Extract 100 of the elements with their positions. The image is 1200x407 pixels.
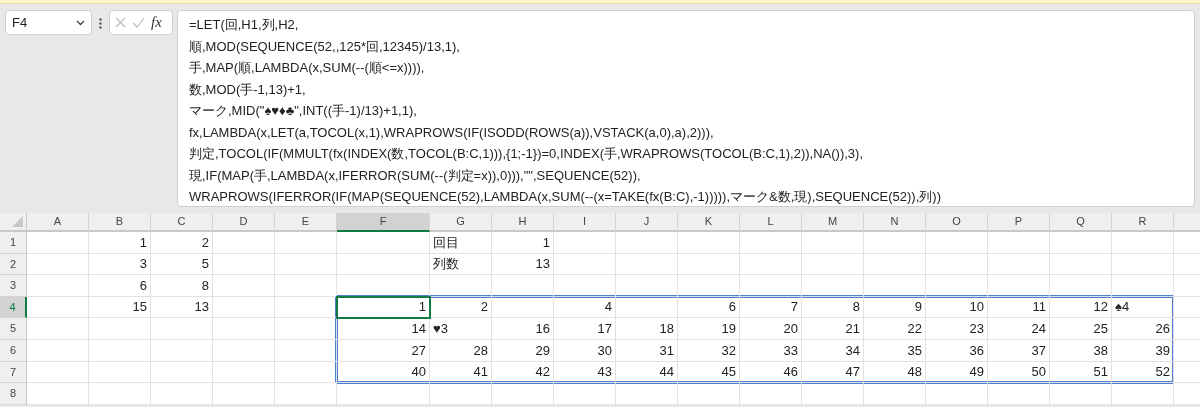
cell: 18 [616, 318, 678, 340]
cell: 9 [864, 296, 926, 319]
cell: 1 [492, 232, 554, 254]
insert-function-button[interactable]: fx [151, 15, 162, 30]
cell: 30 [554, 339, 616, 362]
empty-cell [988, 275, 1050, 297]
cell: 32 [678, 339, 740, 362]
cell: 29 [492, 339, 554, 362]
row-header[interactable]: 5 [0, 318, 27, 340]
empty-cell [1112, 232, 1174, 254]
empty-cell [213, 383, 275, 405]
empty-cell [740, 232, 802, 254]
empty-cell [864, 253, 926, 276]
column-header[interactable]: N [864, 213, 926, 232]
formula-line: 現,IF(MAP(手,LAMBDA(x,IFERROR(SUM(--(判定=x)),0))),"",SEQUENCE(52)), [189, 166, 641, 185]
column-header[interactable]: C [151, 213, 213, 232]
empty-cell [554, 253, 616, 276]
formula-line: WRAPROWS(IFERROR(IF(MAP(SEQUENCE(52),LAMBDA(x,SUM(--(x=TAKE(fx(B:C),-1))))),マーク&数,現),SEQUENCE(52)),列)) [189, 188, 941, 206]
empty-cell [1050, 253, 1112, 276]
empty-cell [213, 275, 275, 297]
column-header[interactable]: B [89, 213, 151, 232]
empty-cell [1112, 383, 1174, 405]
empty-cell [554, 383, 616, 405]
empty-cell [151, 339, 213, 362]
column-header[interactable]: A [27, 213, 89, 232]
cell: 43 [554, 361, 616, 384]
empty-cell [275, 383, 337, 405]
name-box[interactable]: F4 [5, 10, 92, 35]
select-all-button[interactable] [0, 213, 27, 232]
empty-cell [926, 383, 988, 405]
cell: 50 [988, 361, 1050, 384]
cell: 37 [988, 339, 1050, 362]
cell: 10 [926, 296, 988, 319]
formula-bar[interactable] [177, 10, 1195, 207]
empty-cell [430, 383, 492, 405]
check-icon[interactable] [132, 17, 145, 28]
empty-cell [926, 232, 988, 254]
cell: 7 [740, 296, 802, 319]
cell: 39 [1112, 339, 1174, 362]
empty-cell [89, 318, 151, 340]
caret-icon [76, 19, 85, 26]
row-header[interactable]: 7 [0, 361, 27, 384]
cell: 52 [1112, 361, 1174, 384]
column-header[interactable]: K [678, 213, 740, 232]
column-header[interactable]: F [337, 213, 430, 232]
empty-cell [275, 275, 337, 297]
empty-cell [275, 296, 337, 319]
row-header[interactable]: 2 [0, 253, 27, 276]
empty-cell [678, 232, 740, 254]
empty-cell [678, 275, 740, 297]
empty-cell [740, 253, 802, 276]
column-header[interactable]: J [616, 213, 678, 232]
empty-cell [740, 275, 802, 297]
column-header[interactable]: E [275, 213, 337, 232]
column-header[interactable]: I [554, 213, 616, 232]
empty-cell [740, 383, 802, 405]
empty-cell [616, 232, 678, 254]
empty-cell [1112, 275, 1174, 297]
row-header[interactable]: 3 [0, 275, 27, 297]
cell: 11 [988, 296, 1050, 319]
cell-reference: F4 [12, 13, 28, 32]
empty-cell [926, 275, 988, 297]
cell: 31 [616, 339, 678, 362]
row-header[interactable]: 1 [0, 232, 27, 254]
column-header[interactable]: R [1112, 213, 1174, 232]
column-header[interactable]: H [492, 213, 554, 232]
column-header[interactable]: M [802, 213, 864, 232]
empty-cell [802, 275, 864, 297]
empty-cell [802, 383, 864, 405]
cell: 12 [1050, 296, 1112, 319]
empty-cell [1050, 383, 1112, 405]
cell: 1 [89, 232, 151, 254]
empty-cell [275, 339, 337, 362]
cell: 28 [430, 339, 492, 362]
cell: 44 [616, 361, 678, 384]
more-options-icon[interactable] [99, 18, 102, 29]
column-header[interactable]: Q [1050, 213, 1112, 232]
row-header[interactable]: 8 [0, 383, 27, 405]
column-header[interactable]: O [926, 213, 988, 232]
column-header[interactable]: G [430, 213, 492, 232]
cell: 49 [926, 361, 988, 384]
cell: 27 [337, 339, 430, 362]
cell: 51 [1050, 361, 1112, 384]
formula-line: fx,LAMBDA(x,LET(a,TOCOL(x,1),WRAPROWS(IF(ISODD(ROWS(a)),VSTACK(a,0),a),2))), [189, 123, 714, 142]
empty-cell [802, 232, 864, 254]
column-header[interactable]: D [213, 213, 275, 232]
empty-cell [430, 275, 492, 297]
empty-cell [151, 361, 213, 384]
empty-cell [1050, 232, 1112, 254]
row-header[interactable]: 6 [0, 339, 27, 362]
cancel-icon[interactable] [115, 17, 126, 28]
formula-line: 数,MOD(手-1,13)+1, [189, 80, 306, 99]
column-header[interactable]: L [740, 213, 802, 232]
cell: 48 [864, 361, 926, 384]
formula-line: マーク,MID("♠♥♦♣",INT((手-1)/13)+1,1), [189, 102, 417, 120]
column-header[interactable]: P [988, 213, 1050, 232]
cell: 4 [554, 296, 616, 319]
empty-cell [89, 339, 151, 362]
empty-cell [492, 383, 554, 405]
empty-cell [213, 232, 275, 254]
